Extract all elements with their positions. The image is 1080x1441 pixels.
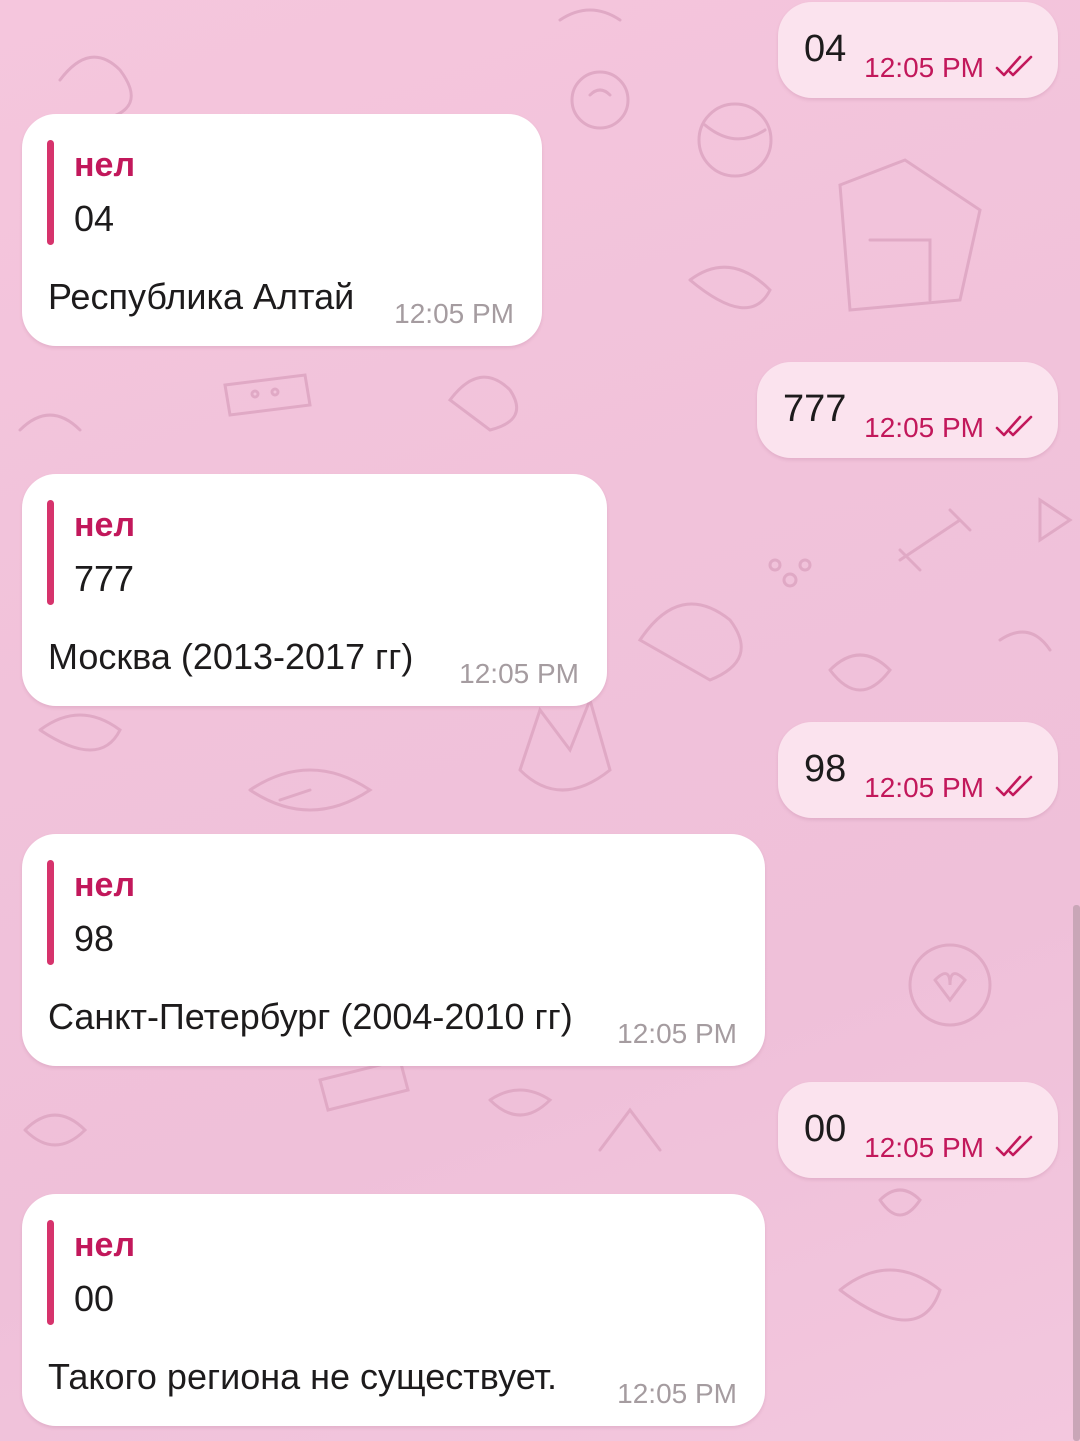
double-check-icon [995, 775, 1033, 797]
quote-text[interactable]: 04 [74, 198, 114, 240]
quote-bar [47, 500, 54, 605]
message-time: 12:05 PM [864, 772, 984, 803]
outgoing-message[interactable]: 777 12:05 PM [757, 362, 1058, 458]
message-time: 12:05 PM [864, 1132, 984, 1163]
message-time: 12:05 PM [864, 412, 984, 443]
outgoing-message[interactable]: 98 12:05 PM [778, 722, 1058, 818]
message-time: 12:05 PM [617, 1378, 737, 1409]
quote-author[interactable]: нел [74, 1226, 135, 1265]
incoming-message[interactable]: нел 98 Санкт-Петербург (2004-2010 гг) 12… [22, 834, 765, 1066]
incoming-message[interactable]: нел 00 Такого региона не существует. 12:… [22, 1194, 765, 1426]
double-check-icon [995, 415, 1033, 437]
incoming-message[interactable]: нел 04 Республика Алтай 12:05 PM [22, 114, 542, 346]
message-time: 12:05 PM [459, 658, 579, 689]
message-text: 98 [804, 748, 847, 790]
message-text: Такого региона не существует. [48, 1356, 558, 1397]
quote-bar [47, 1220, 54, 1325]
message-text: 777 [783, 388, 847, 430]
double-check-icon [995, 55, 1033, 77]
message-text: Санкт-Петербург (2004-2010 гг) [48, 996, 573, 1037]
quote-text[interactable]: 00 [74, 1278, 114, 1320]
quote-author[interactable]: нел [74, 866, 135, 905]
message-list[interactable]: 04 12:05 PM нел 04 Республика Алтай 12:0… [0, 0, 1080, 1441]
message-time: 12:05 PM [394, 298, 514, 329]
outgoing-message[interactable]: 00 12:05 PM [778, 1082, 1058, 1178]
quote-text[interactable]: 98 [74, 918, 114, 960]
quote-author[interactable]: нел [74, 146, 135, 185]
quote-text[interactable]: 777 [74, 558, 134, 600]
scrollbar[interactable] [1073, 905, 1080, 1441]
outgoing-message[interactable]: 04 12:05 PM [778, 2, 1058, 98]
quote-author[interactable]: нел [74, 506, 135, 545]
quote-bar [47, 140, 54, 245]
message-text: Москва (2013-2017 гг) [48, 636, 414, 677]
message-text: 00 [804, 1108, 847, 1150]
message-text: 04 [804, 28, 847, 70]
message-time: 12:05 PM [864, 52, 984, 83]
double-check-icon [995, 1135, 1033, 1157]
message-time: 12:05 PM [617, 1018, 737, 1049]
incoming-message[interactable]: нел 777 Москва (2013-2017 гг) 12:05 PM [22, 474, 607, 706]
message-text: Республика Алтай [48, 276, 355, 317]
quote-bar [47, 860, 54, 965]
